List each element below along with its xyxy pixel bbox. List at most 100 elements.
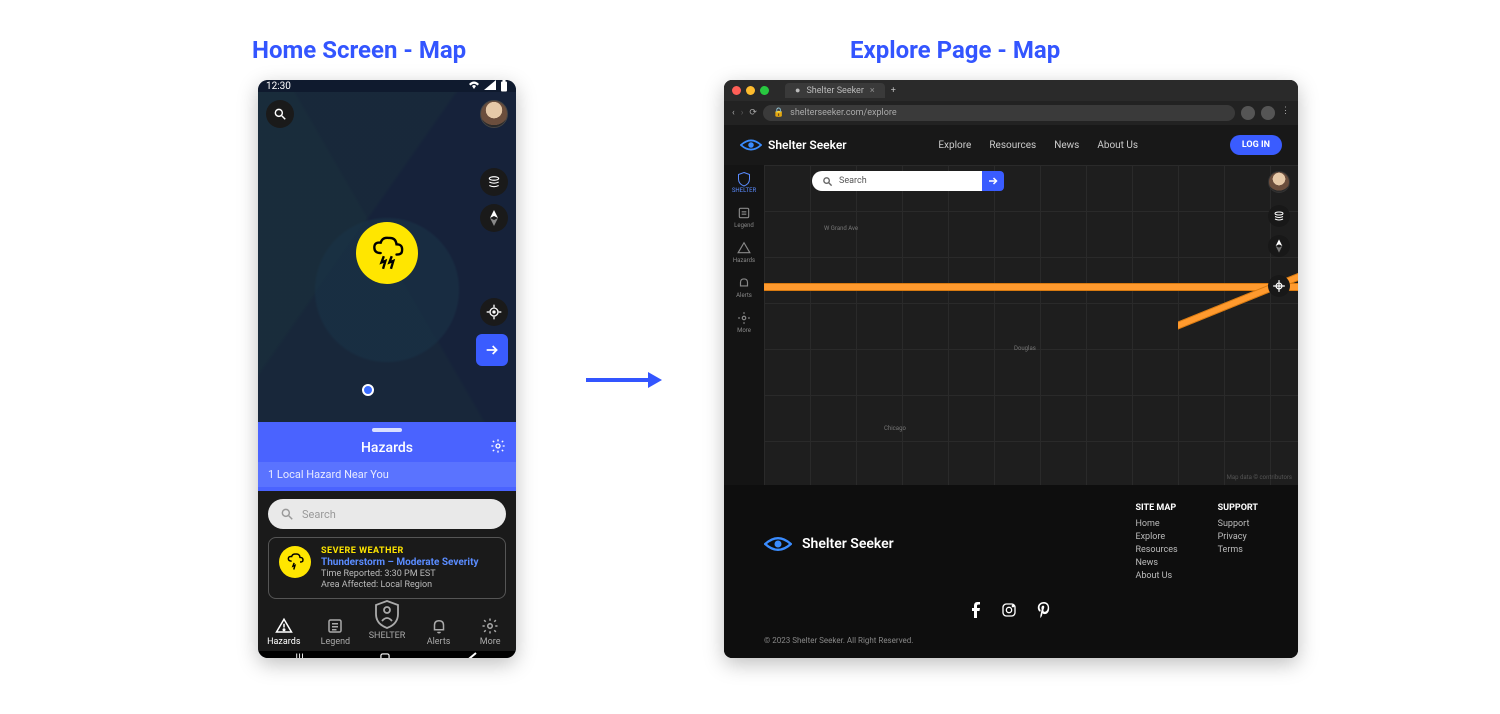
hazard-time: Time Reported: 3:30 PM EST (321, 569, 479, 579)
search-placeholder: Search (839, 176, 867, 186)
status-bar: 12:30 (258, 80, 516, 92)
mobile-mockup: 12:30 (258, 80, 516, 658)
bell-icon (737, 276, 751, 290)
status-icons (468, 80, 508, 92)
search-input[interactable]: Search (268, 499, 506, 529)
hazard-marker-storm-icon[interactable] (356, 222, 418, 284)
search-input[interactable]: Search (812, 171, 982, 191)
footer-link-privacy[interactable]: Privacy (1218, 532, 1258, 542)
android-back-icon[interactable] (467, 651, 479, 658)
status-time: 12:30 (266, 81, 291, 92)
brand[interactable]: Shelter Seeker (740, 138, 847, 152)
settings-gear-icon[interactable] (490, 438, 506, 454)
hazards-panel[interactable]: Hazards 1 Local Hazard Near You (258, 422, 516, 491)
browser-tab[interactable]: ● Shelter Seeker × (785, 83, 885, 98)
hazards-subhead: 1 Local Hazard Near You (258, 462, 516, 487)
footer-link-terms[interactable]: Terms (1218, 545, 1258, 555)
tab-legend[interactable]: Legend (310, 617, 362, 647)
shield-icon (737, 171, 751, 185)
compass-icon-button[interactable] (1268, 235, 1290, 257)
minimize-dot-icon[interactable] (746, 86, 755, 95)
signal-icon (484, 80, 496, 92)
drag-handle-icon[interactable] (372, 428, 402, 432)
locate-icon-button[interactable] (480, 298, 508, 326)
layers-icon-button[interactable] (1268, 205, 1290, 227)
sidebar-item-label: More (737, 327, 751, 334)
layers-icon-button[interactable] (480, 168, 508, 196)
url-text: shelterseeker.com/explore (790, 108, 896, 118)
login-button[interactable]: LOG IN (1230, 135, 1282, 155)
tab-label: Alerts (427, 637, 451, 647)
hazard-triangle-icon (737, 241, 751, 255)
map-area[interactable] (258, 92, 516, 422)
current-location-dot (362, 384, 374, 396)
street-label: Douglas (1014, 345, 1036, 352)
wifi-icon (468, 80, 480, 92)
url-input[interactable]: 🔒 shelterseeker.com/explore (763, 105, 1235, 121)
sidebar-item-hazards[interactable]: Hazards (733, 241, 755, 264)
eye-logo-icon (740, 138, 760, 152)
tab-close-icon[interactable]: × (870, 86, 875, 96)
sidebar-item-label: Legend (734, 222, 754, 229)
android-nav-bar: ||| (258, 651, 516, 658)
menu-dots-icon[interactable]: ⋮ (1281, 106, 1290, 120)
sidebar: SHELTER Legend Hazards Alerts More (724, 165, 764, 485)
search-icon-button[interactable] (266, 100, 294, 128)
heading-explore-page-map: Explore Page - Map (850, 36, 1060, 64)
user-avatar[interactable] (1268, 171, 1290, 193)
sidebar-item-label: Hazards (733, 257, 755, 264)
instagram-icon[interactable] (1001, 602, 1017, 618)
footer-link-support[interactable]: Support (1218, 519, 1258, 529)
sidebar-item-shelter[interactable]: SHELTER (732, 171, 756, 194)
locate-icon-button[interactable] (1268, 275, 1290, 297)
map-canvas[interactable]: W Grand Ave Douglas Chicago Search Map d… (764, 165, 1298, 485)
tab-hazards[interactable]: Hazards (258, 617, 310, 647)
nav-explore[interactable]: Explore (938, 140, 971, 151)
lock-icon: 🔒 (773, 108, 784, 118)
sidebar-item-label: Alerts (736, 292, 752, 299)
tab-shelter[interactable]: SHELTER (361, 599, 413, 641)
footer-link-explore[interactable]: Explore (1135, 532, 1177, 542)
bell-icon (430, 617, 448, 635)
user-avatar[interactable] (480, 100, 508, 128)
sidebar-item-legend[interactable]: Legend (734, 206, 754, 229)
footer-link-home[interactable]: Home (1135, 519, 1177, 529)
profile-icon[interactable] (1261, 106, 1275, 120)
footer-sitemap: SITE MAP Home Explore Resources News Abo… (1135, 503, 1177, 584)
footer-brand[interactable]: Shelter Seeker (764, 503, 894, 584)
navigate-button[interactable] (476, 334, 508, 366)
tab-title: Shelter Seeker (806, 86, 863, 96)
footer-link-resources[interactable]: Resources (1135, 545, 1177, 555)
storm-icon (279, 546, 311, 578)
sidebar-item-alerts[interactable]: Alerts (736, 276, 752, 299)
compass-icon-button[interactable] (480, 204, 508, 232)
sidebar-item-more[interactable]: More (737, 311, 751, 334)
reload-icon[interactable]: ⟳ (749, 108, 757, 118)
sidebar-item-label: SHELTER (732, 187, 756, 194)
panel-title: Hazards (361, 440, 413, 456)
android-home-icon[interactable] (378, 651, 392, 658)
nav-news[interactable]: News (1054, 140, 1079, 151)
nav-resources[interactable]: Resources (989, 140, 1036, 151)
extension-icon[interactable] (1241, 106, 1255, 120)
new-tab-icon[interactable]: + (891, 86, 896, 96)
gear-icon (481, 617, 499, 635)
maximize-dot-icon[interactable] (760, 86, 769, 95)
nav-about-us[interactable]: About Us (1097, 140, 1138, 151)
arrow-right-icon (586, 370, 662, 390)
android-recents-icon[interactable]: ||| (295, 651, 304, 658)
highway-line (764, 283, 1298, 291)
footer-link-about[interactable]: About Us (1135, 571, 1177, 581)
facebook-icon[interactable] (971, 602, 981, 618)
footer-link-news[interactable]: News (1135, 558, 1177, 568)
footer-sitemap-heading: SITE MAP (1135, 503, 1177, 513)
tab-more[interactable]: More (464, 617, 516, 647)
tab-alerts[interactable]: Alerts (413, 617, 465, 647)
nav-forward-icon[interactable]: › (741, 108, 744, 118)
nav-back-icon[interactable]: ‹ (732, 108, 735, 118)
pinterest-icon[interactable] (1037, 602, 1051, 618)
search-submit-button[interactable] (982, 171, 1004, 191)
footer-brand-name: Shelter Seeker (802, 536, 894, 552)
close-dot-icon[interactable] (732, 86, 741, 95)
hazard-card[interactable]: SEVERE WEATHER Thunderstorm – Moderate S… (268, 537, 506, 599)
